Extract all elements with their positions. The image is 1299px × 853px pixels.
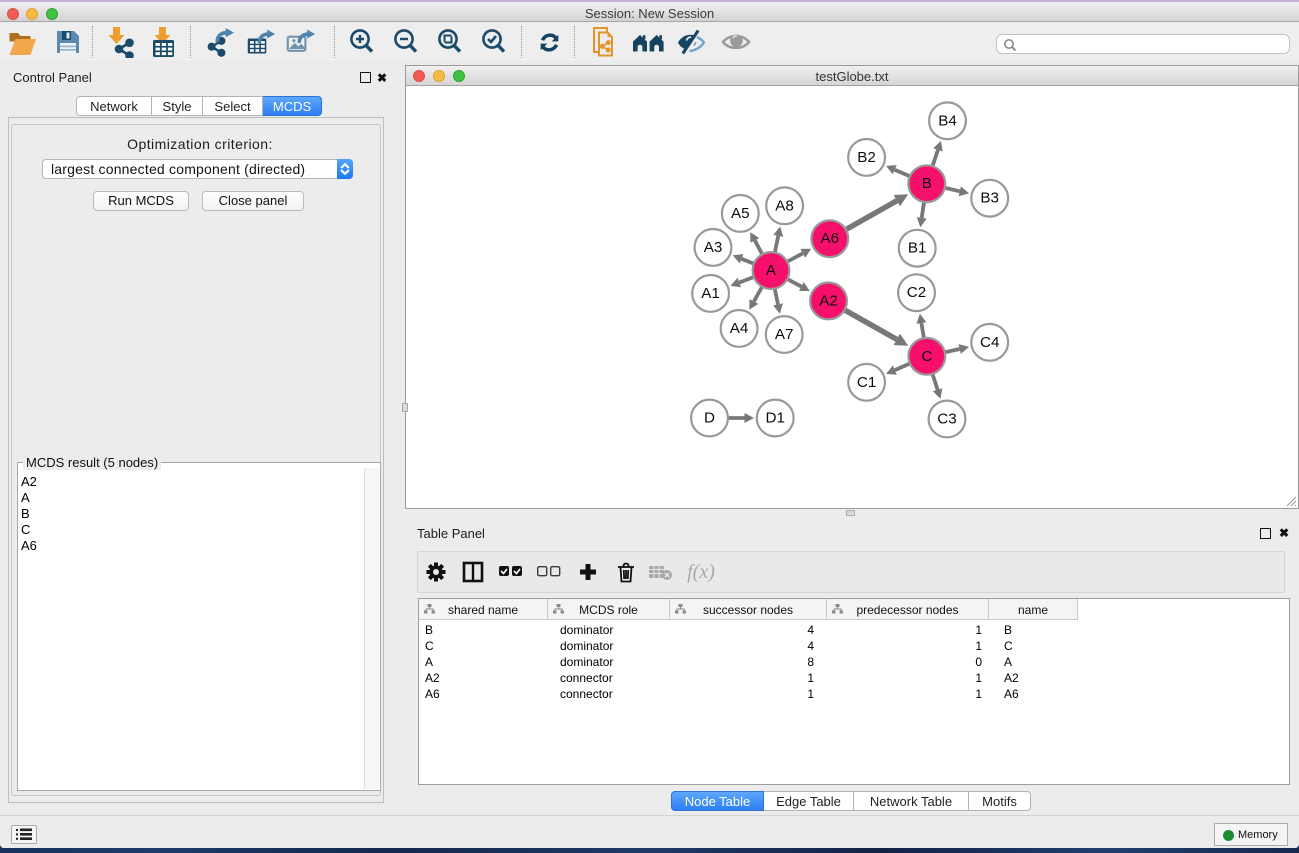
svg-text:B1: B1 [908,240,927,257]
svg-text:C1: C1 [857,374,876,391]
svg-text:A2: A2 [819,292,838,309]
svg-text:A7: A7 [775,326,794,343]
svg-text:D: D [704,410,715,427]
svg-text:C: C [921,348,932,365]
svg-text:A5: A5 [731,205,750,222]
svg-text:B: B [922,175,932,192]
svg-text:C4: C4 [980,334,999,351]
svg-text:A3: A3 [704,239,723,256]
svg-text:D1: D1 [765,410,784,427]
svg-text:A1: A1 [701,285,720,302]
svg-text:A4: A4 [730,320,749,337]
svg-text:B2: B2 [857,149,876,166]
svg-text:B3: B3 [980,190,999,207]
svg-text:C3: C3 [937,411,956,428]
svg-text:C2: C2 [907,284,926,301]
svg-text:A6: A6 [821,230,840,247]
svg-text:A8: A8 [775,197,794,214]
svg-text:A: A [766,262,777,279]
svg-text:B4: B4 [938,112,957,129]
